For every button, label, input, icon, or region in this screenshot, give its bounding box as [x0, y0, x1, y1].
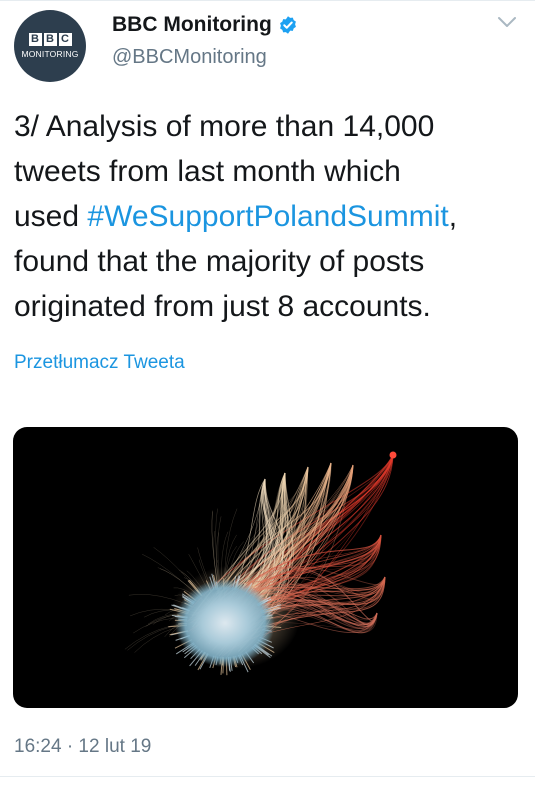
network-hub-node	[389, 451, 397, 459]
divider-bottom	[0, 776, 535, 777]
translate-tweet-link[interactable]: Przetłumacz Tweeta	[14, 352, 185, 374]
handle[interactable]: @BBCMonitoring	[112, 46, 267, 69]
network-core-cluster	[175, 579, 275, 667]
divider-top	[0, 0, 535, 1]
timestamp[interactable]: 16:24 · 12 lut 19	[14, 736, 151, 758]
bbc-logo: BBC	[28, 33, 72, 46]
chevron-down-icon[interactable]	[496, 14, 518, 30]
tweet-media-image[interactable]	[13, 427, 518, 708]
avatar[interactable]: BBC MONITORING	[14, 10, 86, 82]
bbc-logo-sub: MONITORING	[21, 49, 79, 59]
verified-badge-icon	[279, 16, 296, 34]
tweet-text: 3/ Analysis of more than 14,000 tweets f…	[14, 104, 529, 329]
author-row[interactable]: BBC Monitoring	[112, 13, 298, 37]
tweet-card: BBC MONITORING BBC Monitoring @BBCMonito…	[0, 0, 535, 787]
hashtag-link[interactable]: #WeSupportPolandSummit	[87, 200, 448, 233]
display-name[interactable]: BBC Monitoring	[112, 13, 272, 37]
network-graph-image	[124, 451, 397, 676]
